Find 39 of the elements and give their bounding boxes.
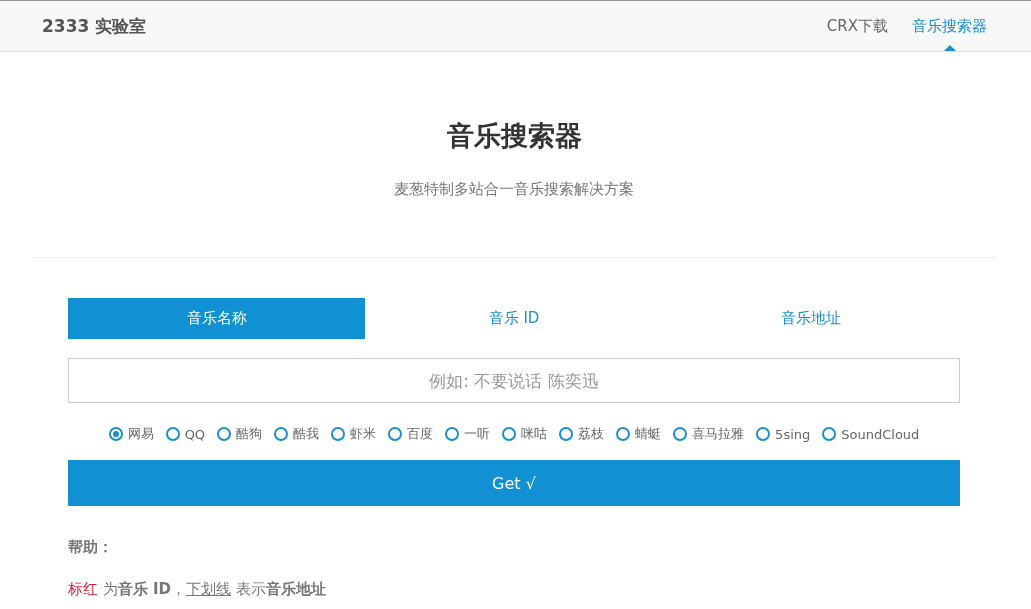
page-subtitle: 麦葱特制多站合一音乐搜索解决方案 xyxy=(393,180,635,199)
radio-button[interactable] xyxy=(822,427,837,441)
source-label[interactable]: 蜻蜓 xyxy=(635,425,662,443)
source-label[interactable]: QQ xyxy=(184,426,206,442)
get-button[interactable]: Get √ xyxy=(68,460,960,506)
source-label[interactable]: SoundCloud xyxy=(841,426,920,442)
source-label[interactable]: 网易 xyxy=(127,425,154,443)
source-label[interactable]: 酷狗 xyxy=(236,425,263,443)
radio-button[interactable] xyxy=(559,427,574,441)
source-label[interactable]: 5sing xyxy=(775,426,811,442)
radio-button[interactable] xyxy=(331,427,346,441)
radio-button[interactable] xyxy=(445,427,460,441)
radio-button[interactable] xyxy=(217,427,232,441)
source-label[interactable]: 酷我 xyxy=(293,425,320,443)
page-title: 音乐搜索器 xyxy=(445,119,583,153)
source-label[interactable]: 一听 xyxy=(464,425,491,443)
active-indicator-icon xyxy=(943,45,956,51)
source-label[interactable]: 咪咕 xyxy=(521,425,548,443)
search-mode-tab[interactable]: 音乐名称 xyxy=(68,298,366,339)
nav-link[interactable]: 音乐搜索器 xyxy=(912,1,987,51)
help-title: 帮助： xyxy=(68,538,114,557)
source-label[interactable]: 虾米 xyxy=(350,425,377,443)
radio-button[interactable] xyxy=(616,427,631,441)
radio-button[interactable] xyxy=(502,427,517,441)
source-label[interactable]: 荔枝 xyxy=(578,425,605,443)
radio-button[interactable] xyxy=(673,427,688,441)
search-field[interactable]: 例如: 不要说话 陈奕迅 xyxy=(68,358,960,403)
radio-button[interactable] xyxy=(756,427,771,441)
radio-button[interactable] xyxy=(388,427,403,441)
radio-button[interactable] xyxy=(274,427,289,441)
nav-link[interactable]: CRX下载 xyxy=(826,1,888,51)
source-label[interactable]: 喜马拉雅 xyxy=(692,425,745,443)
radio-button[interactable] xyxy=(165,427,180,441)
site-brand: 2333 实验室 xyxy=(42,14,147,38)
source-label[interactable]: 百度 xyxy=(407,425,434,443)
help-text: 标红 为音乐 ID，下划线 表示音乐地址 xyxy=(68,580,327,599)
search-mode-tab[interactable]: 音乐地址 xyxy=(662,298,960,339)
radio-button[interactable] xyxy=(108,427,123,441)
search-mode-tab[interactable]: 音乐 ID xyxy=(365,298,663,339)
